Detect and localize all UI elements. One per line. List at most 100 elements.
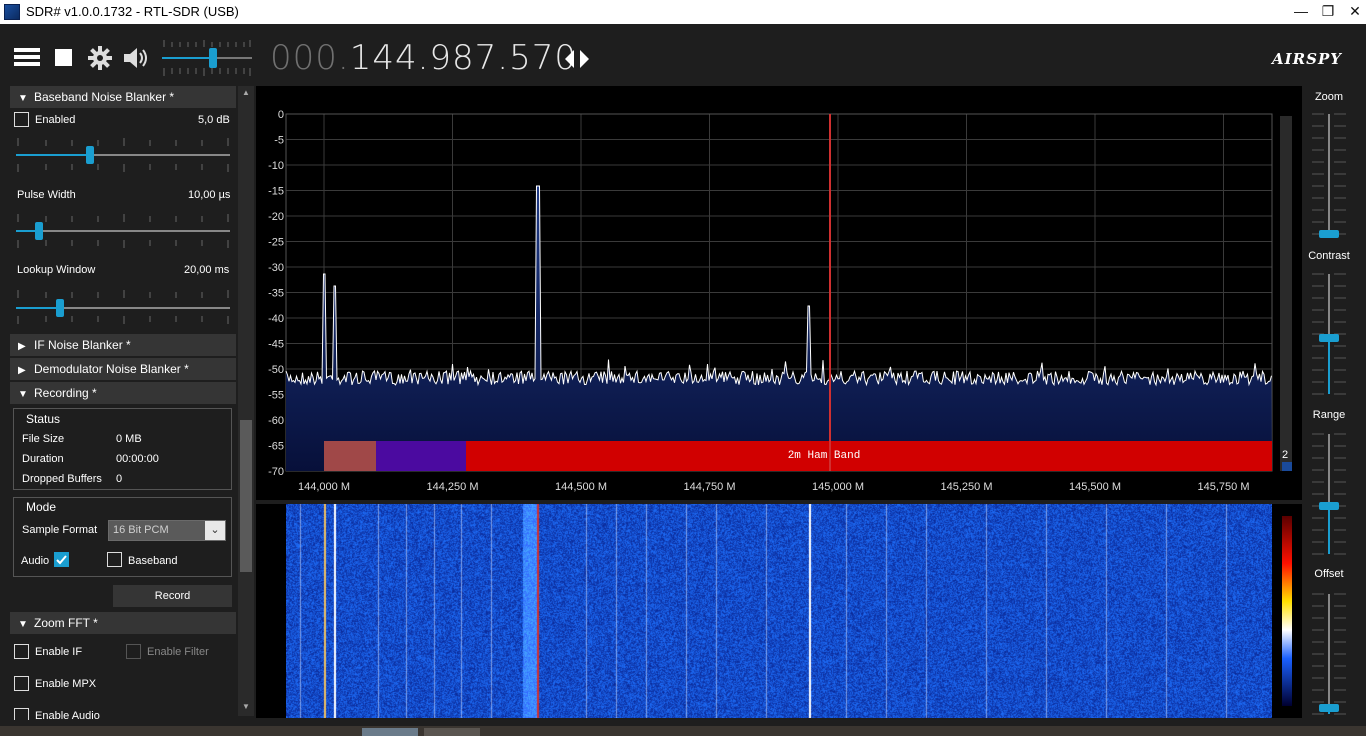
range-slider[interactable] — [1312, 433, 1346, 555]
lookup-window-value: 20,00 ms — [184, 264, 230, 276]
y-tick-label: -20 — [268, 211, 284, 223]
section-title: Baseband Noise Blanker * — [34, 90, 175, 104]
scroll-down-icon[interactable]: ▼ — [242, 702, 250, 711]
enable-filter-checkbox[interactable] — [126, 644, 141, 659]
y-tick-label: -30 — [268, 262, 284, 274]
enable-if-checkbox[interactable] — [14, 644, 29, 659]
enable-mpx-checkbox[interactable] — [14, 676, 29, 691]
lookup-window-slider[interactable] — [16, 290, 230, 324]
toolbar: 000.144.987.570 AIRSPY — [0, 24, 1366, 86]
x-tick-label: 145,750 M — [1198, 481, 1250, 493]
band-segment-fm[interactable] — [466, 441, 1272, 471]
spectrum-plot[interactable]: 0 -5 -10 -15 -20 -25 -30 -35 -40 -45 -50 -55 -60 -65 -… — [256, 86, 1302, 500]
band-segment-cw[interactable] — [324, 441, 376, 471]
pulse-width-value: 10,00 µs — [188, 189, 231, 201]
y-tick-label: -55 — [268, 390, 284, 402]
baseband-checkbox[interactable] — [107, 552, 122, 567]
duration-label: Duration — [22, 453, 64, 465]
audio-label: Audio — [21, 555, 50, 567]
display-controls-panel: Zoom Contrast Range Offset — [1302, 86, 1366, 720]
file-size-label: File Size — [22, 433, 65, 445]
lookup-window-label: Lookup Window — [17, 264, 96, 276]
waterfall-color-scale — [1282, 516, 1292, 706]
x-axis-ticks: 144,000 M 144,250 M 144,500 M 144,750 M 145,… — [298, 481, 1249, 493]
status-title: Status — [26, 412, 61, 426]
record-button[interactable]: Record — [113, 585, 232, 607]
airspy-logo: AIRSPY — [1272, 50, 1342, 68]
spectrum-scrollbar[interactable] — [1280, 116, 1292, 471]
x-tick-label: 145,250 M — [941, 481, 993, 493]
threshold-slider[interactable] — [16, 138, 230, 172]
waterfall-display[interactable] — [256, 504, 1302, 718]
taskbar-app-button[interactable] — [424, 728, 480, 736]
y-tick-label: 0 — [278, 109, 284, 121]
y-tick-label: -65 — [268, 441, 284, 453]
sample-format-select[interactable]: 16 Bit PCM ⌄ — [108, 520, 226, 541]
x-tick-label: 145,500 M — [1069, 481, 1121, 493]
app-icon — [4, 4, 20, 20]
spectrum-scroll-thumb[interactable] — [1282, 462, 1292, 471]
enable-audio-checkbox[interactable] — [14, 708, 29, 720]
pulse-width-label: Pulse Width — [17, 189, 76, 201]
sidebar-scrollbar[interactable]: ▲ ▼ — [238, 86, 254, 716]
waterfall-overlay — [1282, 516, 1292, 706]
x-tick-label: 144,750 M — [684, 481, 736, 493]
sample-format-value: 16 Bit PCM — [113, 524, 169, 536]
taskbar — [0, 726, 1366, 736]
sidebar: ▼ Baseband Noise Blanker * Enabled 5,0 dB… — [10, 86, 254, 720]
y-tick-label: -40 — [268, 313, 284, 325]
gear-icon[interactable] — [88, 46, 112, 70]
enable-filter-label: Enable Filter — [147, 646, 209, 658]
volume-slider[interactable] — [160, 38, 254, 78]
section-if-noise-blanker[interactable]: ▶ IF Noise Blanker * — [10, 334, 236, 356]
scrollbar-thumb[interactable] — [240, 420, 252, 572]
y-tick-label: -10 — [268, 160, 284, 172]
offset-slider[interactable] — [1312, 593, 1346, 715]
vertical-sliders[interactable] — [1302, 86, 1356, 720]
speaker-icon[interactable] — [122, 46, 150, 70]
threshold-value: 5,0 dB — [198, 114, 230, 126]
menu-icon[interactable] — [14, 46, 42, 68]
y-tick-label: -25 — [268, 237, 284, 249]
band-label: 2m Ham Band — [788, 450, 861, 462]
expand-arrow-icon: ▶ — [18, 365, 26, 376]
frequency-prefix: 000. — [270, 38, 350, 78]
band-segment-digital[interactable] — [376, 441, 466, 471]
collapse-arrow-icon: ▼ — [18, 619, 28, 630]
section-recording[interactable]: ▼ Recording * — [10, 382, 236, 404]
section-zoom-fft[interactable]: ▼ Zoom FFT * — [10, 612, 236, 634]
collapse-arrow-icon: ▼ — [18, 389, 28, 400]
contrast-slider[interactable] — [1312, 273, 1346, 395]
section-demodulator-noise-blanker[interactable]: ▶ Demodulator Noise Blanker * — [10, 358, 236, 380]
title-bar: SDR# v1.0.0.1732 - RTL-SDR (USB) — ❐ ✕ — [0, 0, 1366, 24]
window-title: SDR# v1.0.0.1732 - RTL-SDR (USB) — [26, 4, 239, 19]
expand-arrow-icon: ▶ — [18, 341, 26, 352]
frequency-step-arrows-icon[interactable] — [563, 48, 591, 70]
spectrum-analyzer[interactable]: 0 -5 -10 -15 -20 -25 -30 -35 -40 -45 -50 -55 -60 -65 -… — [256, 86, 1302, 500]
section-title: IF Noise Blanker * — [34, 338, 131, 352]
zoom-slider[interactable] — [1312, 113, 1346, 238]
section-baseband-noise-blanker[interactable]: ▼ Baseband Noise Blanker * — [10, 86, 236, 108]
scroll-up-icon[interactable]: ▲ — [242, 88, 250, 97]
y-axis-ticks: 0 -5 -10 -15 -20 -25 -30 -35 -40 -45 -50 -55 -60 -65 -… — [268, 109, 284, 478]
close-button[interactable]: ✕ — [1338, 0, 1366, 24]
baseband-label: Baseband — [128, 555, 178, 567]
pulse-width-slider[interactable] — [16, 214, 230, 248]
stop-icon[interactable] — [54, 48, 74, 68]
y-tick-label: -45 — [268, 339, 284, 351]
dropped-buffers-label: Dropped Buffers — [22, 473, 102, 485]
x-tick-label: 144,500 M — [555, 481, 607, 493]
duration-value: 00:00:00 — [116, 453, 159, 465]
x-tick-label: 145,000 M — [812, 481, 864, 493]
checkmark-icon — [56, 555, 67, 565]
taskbar-app-button[interactable] — [362, 728, 418, 736]
spectrum-scroll-value: 2 — [1282, 449, 1288, 461]
enabled-checkbox[interactable] — [14, 112, 29, 127]
y-tick-label: -35 — [268, 288, 284, 300]
audio-checkbox[interactable] — [54, 552, 69, 567]
chevron-down-icon[interactable]: ⌄ — [205, 521, 225, 540]
y-tick-label: -70 — [268, 466, 284, 478]
collapse-arrow-icon: ▼ — [18, 93, 28, 104]
frequency-display[interactable]: 000.144.987.570 — [270, 38, 577, 78]
mode-title: Mode — [26, 500, 57, 514]
